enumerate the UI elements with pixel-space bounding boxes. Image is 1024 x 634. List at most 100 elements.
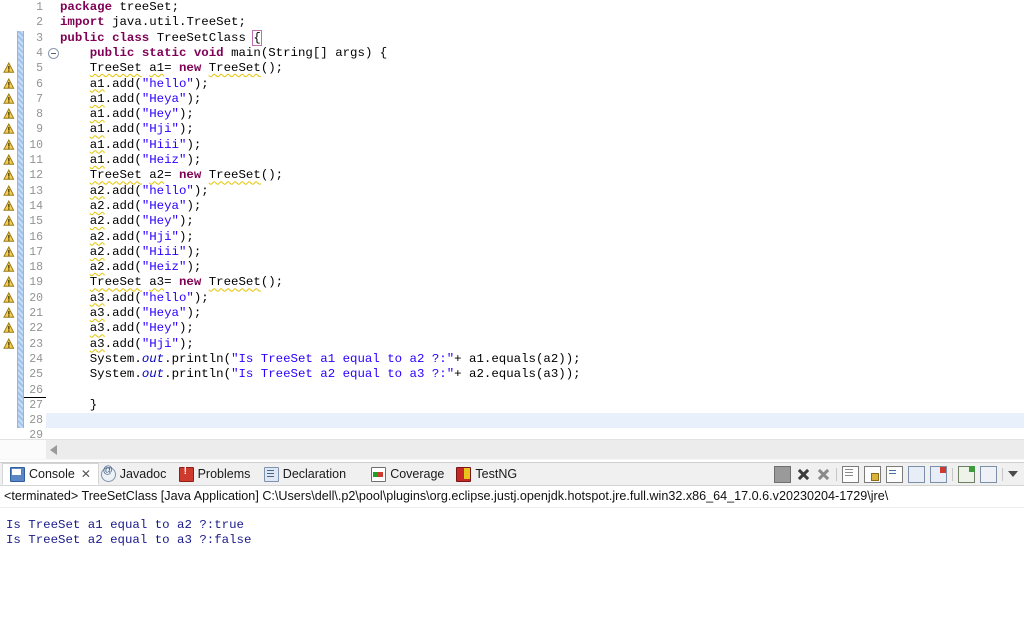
code-line[interactable]: public static void main(String[] args) { bbox=[60, 46, 388, 61]
line-number: 11 bbox=[29, 154, 43, 167]
warning-marker-icon[interactable] bbox=[3, 92, 15, 106]
eclipse-ide-window: 1 2 3 4 5 6 7 8 9 10 11 12 13 14 15 16 17 18 19 20 21 22 23 24 2… bbox=[0, 0, 1024, 634]
folding-ruler[interactable] bbox=[46, 0, 60, 440]
code-line[interactable]: a1.add("Heya"); bbox=[60, 92, 202, 107]
code-line[interactable]: TreeSet a2= new TreeSet(); bbox=[60, 168, 283, 183]
tab-label: Javadoc bbox=[119, 467, 167, 481]
console-view: Console ✕ Javadoc Problems Declaration Covera… bbox=[0, 462, 1024, 634]
warning-marker-icon[interactable] bbox=[3, 184, 15, 198]
tab-console[interactable]: Console ✕ bbox=[2, 463, 99, 485]
tab-declaration[interactable]: Declaration bbox=[257, 463, 353, 485]
code-line[interactable]: TreeSet a3= new TreeSet(); bbox=[60, 275, 283, 290]
code-line[interactable]: a3.add("Hey"); bbox=[60, 321, 194, 336]
tab-javadoc[interactable]: Javadoc bbox=[94, 463, 174, 485]
java-editor[interactable]: 1 2 3 4 5 6 7 8 9 10 11 12 13 14 15 16 17 18 19 20 21 22 23 24 2… bbox=[0, 0, 1024, 460]
tab-problems[interactable]: Problems bbox=[172, 463, 258, 485]
code-line[interactable]: a1.add("Hey"); bbox=[60, 107, 194, 122]
view-menu-button[interactable] bbox=[1008, 471, 1018, 477]
scrollbar-track[interactable] bbox=[46, 440, 1024, 459]
warning-marker-icon[interactable] bbox=[3, 153, 15, 167]
warning-marker-icon[interactable] bbox=[3, 245, 15, 259]
warning-marker-icon[interactable] bbox=[3, 123, 15, 136]
remove-all-launches-button[interactable] bbox=[816, 467, 831, 482]
console-toolbar bbox=[774, 465, 1018, 483]
scroll-lock-button[interactable] bbox=[864, 465, 881, 483]
warning-marker-icon[interactable] bbox=[3, 199, 15, 213]
code-line[interactable]: a2.add("hello"); bbox=[60, 184, 209, 199]
console-output-line: Is TreeSet a1 equal to a2 ?:true bbox=[6, 518, 244, 532]
line-number: 13 bbox=[29, 184, 43, 198]
code-line[interactable]: public class TreeSetClass { bbox=[60, 29, 262, 46]
fold-collapse-icon[interactable] bbox=[48, 47, 59, 59]
editor-horizontal-scrollbar[interactable] bbox=[0, 439, 1024, 460]
code-line[interactable]: System.out.println("Is TreeSet a1 equal … bbox=[60, 352, 581, 367]
code-line[interactable]: a1.add("Hji"); bbox=[60, 122, 194, 137]
line-number: 22 bbox=[29, 322, 43, 336]
tab-label: Coverage bbox=[390, 467, 445, 481]
annotation-ruler[interactable] bbox=[0, 0, 17, 440]
show-console-stdout-button[interactable] bbox=[908, 465, 925, 483]
close-icon[interactable]: ✕ bbox=[81, 467, 91, 481]
line-number: 7 bbox=[36, 92, 43, 106]
warning-marker-icon[interactable] bbox=[3, 108, 15, 121]
warning-marker-icon[interactable] bbox=[3, 215, 15, 228]
warning-marker-icon[interactable] bbox=[3, 322, 15, 335]
warning-marker-icon[interactable] bbox=[3, 276, 15, 289]
warning-marker-icon[interactable] bbox=[3, 169, 15, 182]
code-line[interactable]: a2.add("Heiz"); bbox=[60, 260, 202, 275]
warning-marker-icon[interactable] bbox=[3, 77, 15, 91]
code-line[interactable]: a1.add("Heiz"); bbox=[60, 153, 202, 168]
line-number: 24 bbox=[29, 352, 43, 366]
tab-label: TestNG bbox=[475, 467, 518, 481]
code-line[interactable]: System.out.println("Is TreeSet a2 equal … bbox=[60, 367, 581, 382]
console-output-line: Is TreeSet a2 equal to a3 ?:false bbox=[6, 533, 252, 547]
code-line[interactable]: a3.add("Heya"); bbox=[60, 306, 202, 321]
code-line[interactable]: } bbox=[60, 398, 97, 413]
tab-coverage[interactable]: Coverage bbox=[364, 463, 451, 485]
warning-marker-icon[interactable] bbox=[3, 261, 15, 274]
scroll-left-arrow-icon[interactable] bbox=[50, 445, 57, 455]
source-text[interactable]: package treeSet; import java.util.TreeSet… bbox=[60, 0, 1024, 440]
line-number: 8 bbox=[36, 108, 43, 122]
show-console-stderr-button[interactable] bbox=[930, 465, 947, 483]
toolbar-separator bbox=[1002, 467, 1003, 481]
line-number: 28 bbox=[29, 414, 43, 428]
code-line[interactable]: a3.add("hello"); bbox=[60, 291, 209, 306]
remove-launch-button[interactable] bbox=[796, 467, 811, 482]
code-line[interactable]: TreeSet a1= new TreeSet(); bbox=[60, 61, 283, 76]
code-line[interactable]: a2.add("Hiii"); bbox=[60, 245, 202, 260]
open-console-button[interactable] bbox=[958, 465, 975, 483]
code-line[interactable]: package treeSet; bbox=[60, 0, 179, 15]
code-line[interactable]: a2.add("Hey"); bbox=[60, 214, 194, 229]
tab-testng[interactable]: TestNG bbox=[449, 463, 524, 485]
tab-label: Console bbox=[29, 467, 75, 481]
clear-console-button[interactable] bbox=[842, 465, 859, 483]
warning-marker-icon[interactable] bbox=[3, 138, 15, 152]
warning-marker-icon[interactable] bbox=[3, 306, 15, 320]
warning-marker-icon[interactable] bbox=[3, 230, 15, 244]
toolbar-separator bbox=[836, 467, 837, 481]
code-line[interactable]: a2.add("Heya"); bbox=[60, 199, 202, 214]
console-monitor-icon bbox=[10, 466, 25, 482]
editor-text-area[interactable]: 1 2 3 4 5 6 7 8 9 10 11 12 13 14 15 16 17 18 19 20 21 22 23 24 2… bbox=[0, 0, 1024, 442]
code-line[interactable]: a1.add("Hiii"); bbox=[60, 138, 202, 153]
scrollbar-gutter-pad bbox=[0, 440, 46, 459]
line-number: 25 bbox=[29, 368, 43, 382]
code-line[interactable]: import java.util.TreeSet; bbox=[60, 15, 246, 30]
text-caret bbox=[24, 396, 46, 398]
line-number: 26 bbox=[29, 383, 43, 397]
toolbar-separator bbox=[952, 467, 953, 481]
line-number: 21 bbox=[29, 307, 43, 320]
warning-marker-icon[interactable] bbox=[3, 291, 15, 305]
warning-marker-icon[interactable] bbox=[3, 337, 15, 351]
coverage-icon bbox=[371, 466, 387, 482]
code-line[interactable]: a2.add("Hji"); bbox=[60, 230, 194, 245]
line-number: 3 bbox=[36, 31, 43, 45]
code-line[interactable]: a3.add("Hji"); bbox=[60, 337, 194, 352]
code-line[interactable]: a1.add("hello"); bbox=[60, 77, 209, 92]
display-selected-console-button[interactable] bbox=[980, 465, 997, 483]
word-wrap-button[interactable] bbox=[886, 465, 903, 483]
terminate-button[interactable] bbox=[774, 465, 791, 483]
warning-marker-icon[interactable] bbox=[3, 62, 15, 75]
line-number: 9 bbox=[36, 123, 43, 137]
